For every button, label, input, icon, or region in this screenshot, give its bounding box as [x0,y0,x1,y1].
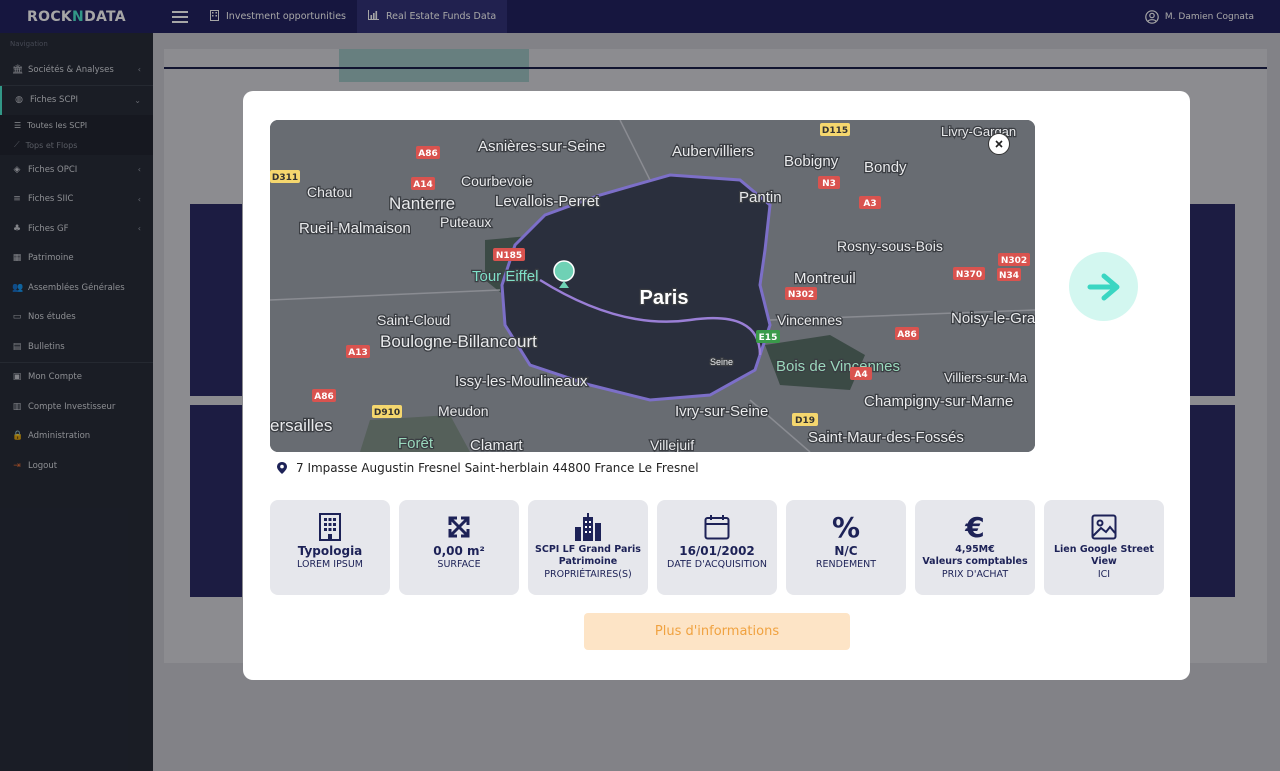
map-label-place: Vincennes [777,312,842,328]
expand-icon [447,512,471,542]
map-pin-icon [277,462,287,474]
map-label-place: Bondy [864,159,907,176]
close-icon [995,140,1003,148]
road-shield: A4 [854,370,867,380]
tile-date-acquisition: 16/01/2002 DATE D'ACQUISITION [657,500,777,595]
map-label-place: Noisy-le-Gra [951,310,1035,327]
road-shield: N3 [822,179,836,189]
road-shield: D910 [374,408,400,418]
close-button[interactable] [988,133,1010,155]
map-label-place: Bois de Vincennes [776,358,900,375]
map-label-place: Meudon [438,403,489,419]
map-label-place: Bobigny [784,153,839,170]
road-shield: A86 [418,149,438,159]
map-label-place: Rueil-Malmaison [299,220,411,237]
road-shield: N370 [956,270,982,280]
map-label-place: Levallois-Perret [495,193,600,210]
map-label-place: Champigny-sur-Marne [864,393,1013,410]
map-label-place: Pantin [739,189,782,206]
road-shield: D311 [272,173,298,183]
building-icon [319,512,341,542]
percent-icon: % [831,510,861,544]
map-label-place: Chatou [307,184,352,200]
road-shield: A14 [413,180,433,190]
map-label-place: Clamart [470,437,523,452]
calendar-icon [704,512,730,542]
road-shield: N185 [496,251,522,261]
road-shield: A3 [863,199,876,209]
map-label-place: Ivry-sur-Seine [675,403,768,420]
city-icon [573,512,603,542]
map-label-place: Seine [710,357,733,367]
road-shield: A13 [348,348,368,358]
map-label-place: Aubervilliers [672,143,754,160]
road-shield: D115 [822,126,848,136]
road-shield: A86 [897,330,917,340]
arrow-right-icon [1087,273,1119,300]
map-label-place: Issy-les-Moulineaux [455,373,588,390]
map-label-center: Paris [640,287,689,309]
tile-typologie: Typologia LOREM IPSUM [270,500,390,595]
road-shield: N302 [788,290,814,300]
address-line: 7 Impasse Augustin Fresnel Saint-herblai… [277,461,699,475]
map-label-place: Boulogne-Billancourt [380,332,537,351]
tile-proprietaires: SCPI LF Grand Paris Patrimoine PROPRIÉTA… [528,500,648,595]
map-label-place: Rosny-sous-Bois [837,238,943,254]
road-shield: E15 [759,333,778,343]
property-info-tiles: Typologia LOREM IPSUM 0,00 m² SURFACE SC… [270,500,1164,595]
tile-street-view[interactable]: Lien Google Street View ICI [1044,500,1164,595]
map-label-place: Courbevoie [461,173,533,189]
tile-prix-achat: € 4,95M€ Valeurs comptables PRIX D'ACHAT [915,500,1035,595]
tile-surface: 0,00 m² SURFACE [399,500,519,595]
road-shield: N34 [999,271,1019,281]
image-icon [1091,512,1117,542]
map-view[interactable]: Paris Asnières-sur-Seine Aubervilliers B… [270,120,1035,452]
map-label-place: Nanterre [389,194,455,213]
tile-rendement: % N/C RENDEMENT [786,500,906,595]
map-label-place: Saint-Cloud [377,312,450,328]
map-label-place: Tour Eiffel [472,268,538,285]
road-shield: A86 [314,392,334,402]
next-button[interactable] [1069,252,1138,321]
map-label-place: Montreuil [794,270,856,287]
more-info-button[interactable]: Plus d'informations [584,613,850,650]
road-shield: N302 [1001,256,1027,266]
map-label-place: Saint-Maur-des-Fossés [808,429,964,446]
euro-icon: € [965,510,985,544]
map-label-place: Villejuif [650,437,694,452]
map-label-place: Puteaux [440,214,491,230]
map-label-place: Villiers-sur-Ma [944,370,1028,385]
property-modal: Paris Asnières-sur-Seine Aubervilliers B… [243,91,1190,680]
map-label-place: Asnières-sur-Seine [478,138,606,155]
road-shield: D19 [795,416,815,426]
map-label-place: ersailles [270,416,332,435]
map-label-place: Forêt [398,435,434,452]
